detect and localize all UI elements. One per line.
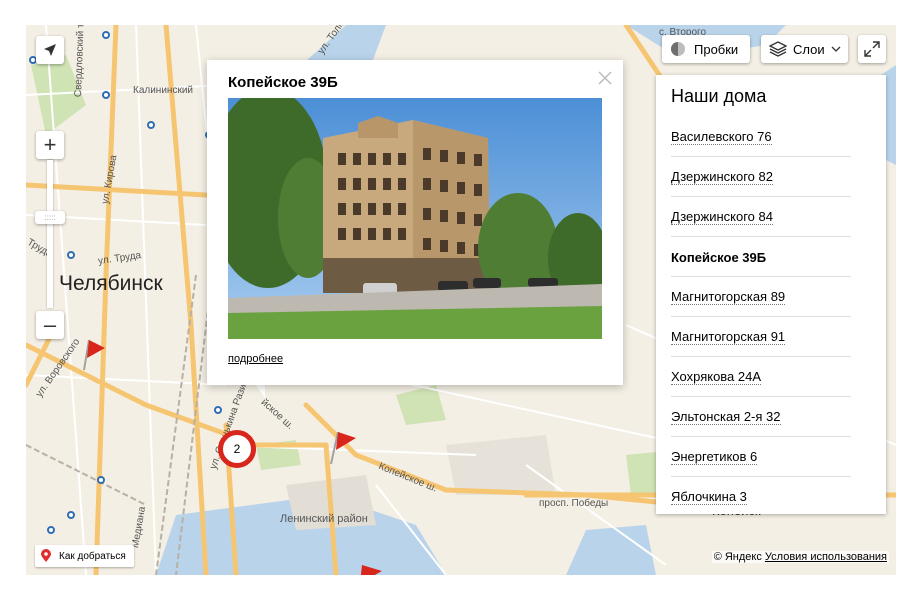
- plus-icon: +: [43, 132, 57, 157]
- route-label: Как добраться: [59, 550, 126, 562]
- more-link[interactable]: подробнее: [228, 353, 283, 365]
- flag-marker[interactable]: [356, 563, 386, 575]
- list-item-label: Копейское 39Б: [671, 249, 767, 265]
- cluster-marker[interactable]: 2: [218, 430, 256, 468]
- list-item-active[interactable]: Копейское 39Б: [671, 238, 851, 277]
- district-label: Ленинский район: [280, 513, 368, 525]
- list-item[interactable]: Василевского 76: [671, 118, 851, 157]
- close-icon[interactable]: [597, 70, 613, 86]
- expand-icon: [864, 41, 880, 57]
- minus-icon: –: [43, 312, 57, 337]
- zoom-in-button[interactable]: +: [36, 131, 64, 159]
- list-item-label: Магнитогорская 89: [671, 289, 786, 305]
- list-item-label: Дзержинского 84: [671, 209, 773, 225]
- list-item-label: Энергетиков 6: [671, 449, 758, 465]
- location-arrow-icon: [44, 44, 56, 56]
- building-photo: [228, 98, 602, 339]
- city-label: Челябинск: [59, 272, 163, 295]
- panel-title: Наши дома: [671, 86, 767, 106]
- list-item-label: Эльтонская 2-я 32: [671, 409, 781, 425]
- fullscreen-button[interactable]: [858, 35, 886, 63]
- layers-label: Слои: [793, 41, 825, 57]
- traffic-light-icon: [671, 42, 685, 56]
- list-item-label: Яблочкина 3: [671, 489, 747, 505]
- map-pin-icon: [41, 549, 51, 562]
- label-pobedy: просп. Победы: [539, 498, 609, 509]
- label-kalininsky: Калининский: [133, 85, 193, 96]
- list-item[interactable]: Яблочкина 3: [671, 478, 851, 516]
- list-item[interactable]: Эльтонская 2-я 32: [671, 398, 851, 437]
- houses-list: Василевского 76 Дзержинского 82 Дзержинс…: [671, 118, 851, 517]
- balloon-title: Копейское 39Б: [228, 74, 338, 91]
- list-item[interactable]: Дзержинского 82: [671, 158, 851, 197]
- list-item-label: Дзержинского 82: [671, 169, 773, 185]
- list-item-label: Хохрякова 24А: [671, 369, 762, 385]
- grip-icon: :::::: [44, 213, 56, 222]
- list-item[interactable]: Энергетиков 6: [671, 438, 851, 477]
- geolocation-button[interactable]: [36, 36, 64, 64]
- list-item-label: Василевского 76: [671, 129, 772, 145]
- list-item[interactable]: Магнитогорская 91: [671, 318, 851, 357]
- copyright-text: © Яндекс: [713, 551, 762, 563]
- traffic-button[interactable]: Пробки: [662, 35, 750, 63]
- houses-panel: Наши дома Василевского 76 Дзержинского 8…: [656, 75, 886, 514]
- flag-marker[interactable]: [81, 338, 107, 372]
- list-item-label: Магнитогорская 91: [671, 329, 786, 345]
- flag-marker-active[interactable]: [328, 428, 358, 466]
- route-button[interactable]: Как добраться: [35, 545, 134, 567]
- zoom-out-button[interactable]: –: [36, 311, 64, 339]
- zoom-rail[interactable]: [47, 160, 53, 308]
- layers-icon: [769, 41, 787, 57]
- info-balloon: Копейское 39Б подробнее: [207, 60, 623, 385]
- terms-link[interactable]: Условия использования: [765, 551, 887, 563]
- list-item[interactable]: Дзержинского 84: [671, 198, 851, 237]
- list-item[interactable]: Магнитогорская 89: [671, 278, 851, 317]
- copyright: © Яндекс Условия использования: [711, 551, 889, 563]
- balloon-tail: [255, 384, 265, 398]
- zoom-slider-thumb[interactable]: :::::: [35, 211, 65, 224]
- layers-button[interactable]: Слои: [761, 35, 848, 63]
- cluster-count: 2: [233, 442, 241, 456]
- list-item[interactable]: Хохрякова 24А: [671, 358, 851, 397]
- traffic-label: Пробки: [694, 41, 739, 57]
- chevron-down-icon: [831, 46, 841, 52]
